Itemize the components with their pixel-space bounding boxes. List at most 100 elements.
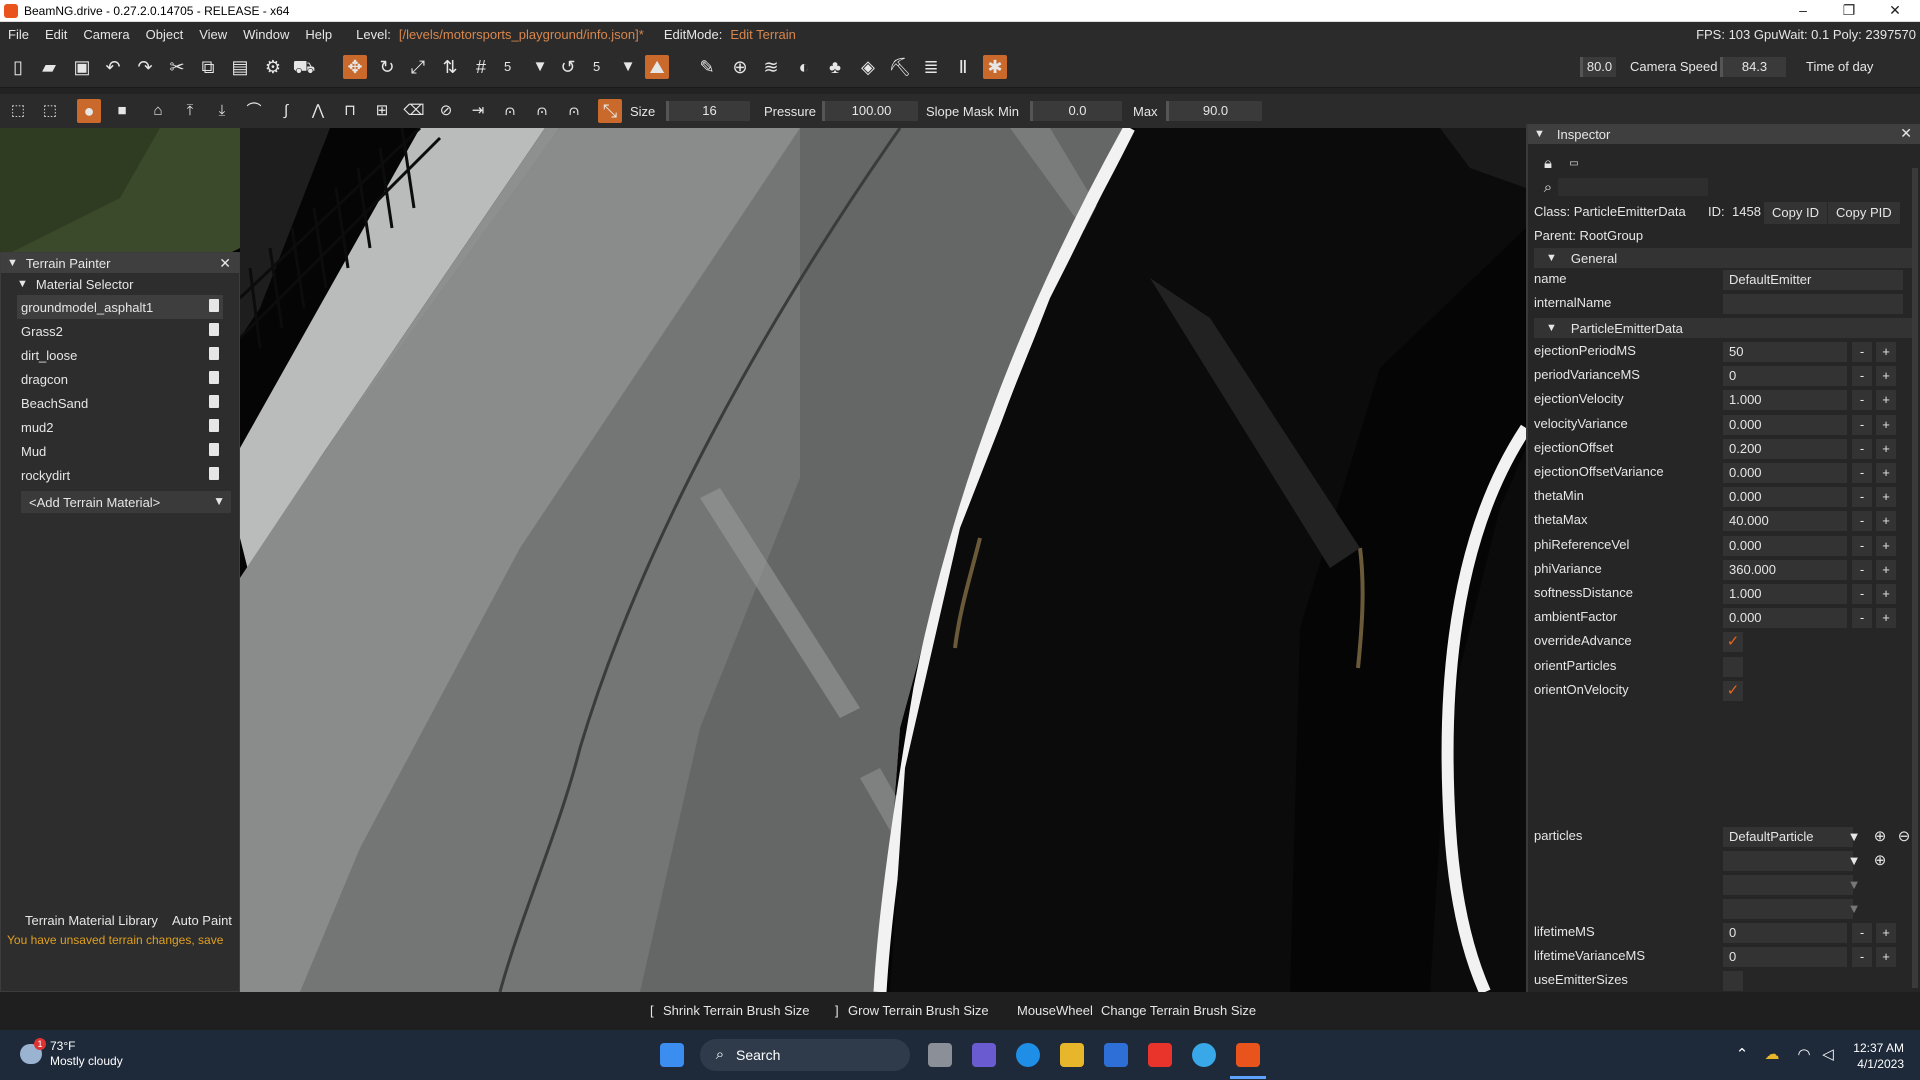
prop-value-field[interactable]: 1.000 <box>1723 584 1847 604</box>
teams-chat-icon[interactable] <box>972 1043 996 1067</box>
open-folder-icon[interactable]: ▰ <box>37 55 61 79</box>
close-button[interactable]: ✕ <box>1872 0 1918 22</box>
align-icon[interactable]: ⇥ <box>466 99 490 123</box>
search-icon[interactable]: ⌕ <box>1536 176 1560 200</box>
increment-button[interactable]: + <box>1876 535 1896 556</box>
increment-button[interactable]: + <box>1876 923 1896 943</box>
select-area-icon[interactable]: ⬚ <box>38 99 62 123</box>
camera-fov-field[interactable]: 80.0 <box>1580 57 1616 77</box>
prop-checkbox[interactable]: ✓ <box>1723 632 1743 653</box>
increment-button[interactable]: + <box>1876 463 1896 483</box>
prop-checkbox[interactable] <box>1723 971 1743 992</box>
trash-icon[interactable] <box>209 323 219 336</box>
increment-button[interactable]: + <box>1876 487 1896 508</box>
prop-value-field[interactable]: 0.000 <box>1723 414 1847 435</box>
trash-icon[interactable] <box>209 395 219 408</box>
world-local-icon[interactable]: ⇅ <box>438 55 462 79</box>
internal-name-field[interactable] <box>1723 294 1903 314</box>
increment-button[interactable]: + <box>1876 559 1896 580</box>
cut-icon[interactable]: ✂ <box>165 55 189 79</box>
paste-icon[interactable]: ▤ <box>228 55 252 79</box>
app-diamond-icon[interactable] <box>1148 1043 1172 1067</box>
prop-value-field[interactable]: 0 <box>1723 366 1847 387</box>
system-clock[interactable]: 12:37 AM 4/1/2023 <box>1853 1040 1904 1072</box>
scale-gizmo-icon[interactable]: ⤢ <box>406 55 430 79</box>
menu-camera[interactable]: Camera <box>75 27 137 42</box>
forest-tool-icon[interactable]: ♣ <box>823 55 847 79</box>
prop-value-field[interactable]: 0.000 <box>1723 487 1847 508</box>
pencil-icon[interactable]: ✎ <box>695 55 719 79</box>
increment-button[interactable]: + <box>1876 342 1896 362</box>
slope-max-field[interactable]: 90.0 <box>1166 101 1262 121</box>
prop-value-field[interactable]: 0 <box>1723 923 1847 943</box>
decrement-button[interactable]: - <box>1852 559 1872 580</box>
decal-road-icon[interactable]: Ⅱ <box>951 55 975 79</box>
increment-button[interactable]: + <box>1876 584 1896 604</box>
hole-icon[interactable]: ⩀ <box>498 99 522 123</box>
particles-dropdown[interactable]: DefaultParticle <box>1723 827 1853 847</box>
settings-gear-icon[interactable]: ⚙ <box>261 55 285 79</box>
inspector-scrollbar[interactable] <box>1912 168 1918 988</box>
ruler-icon[interactable]: ⊞ <box>370 99 394 123</box>
brush-circle-icon[interactable]: ● <box>77 99 101 123</box>
weather-widget[interactable]: 73°F Mostly cloudy <box>50 1039 123 1069</box>
menu-help[interactable]: Help <box>297 27 340 42</box>
eraser-icon[interactable]: ⌫ <box>402 99 426 123</box>
onedrive-icon[interactable]: ☁ <box>1760 1043 1784 1067</box>
particle-slot-2[interactable] <box>1723 851 1853 871</box>
name-field[interactable]: DefaultEmitter <box>1723 270 1903 290</box>
camera-speed-field[interactable]: 84.3 <box>1720 57 1786 77</box>
trash-icon[interactable] <box>209 467 219 480</box>
prop-value-field[interactable]: 0.000 <box>1723 463 1847 483</box>
prop-value-field[interactable]: 1.000 <box>1723 390 1847 411</box>
copy-pid-button[interactable]: Copy PID <box>1828 202 1900 224</box>
collapse-icon[interactable]: ▼ <box>17 278 28 290</box>
paint-material-icon[interactable]: ⌂ <box>146 99 170 123</box>
material-item[interactable]: dirt_loose <box>17 343 223 367</box>
save-icon[interactable]: ▣ <box>70 55 94 79</box>
material-item[interactable]: mud2 <box>17 415 223 439</box>
increment-button[interactable]: + <box>1876 608 1896 629</box>
increment-button[interactable]: + <box>1876 438 1896 459</box>
set-height-icon[interactable]: ⊓ <box>338 99 362 123</box>
prop-value-field[interactable]: 0.000 <box>1723 608 1847 629</box>
river-tool-icon[interactable]: ≣ <box>919 55 943 79</box>
decrement-button[interactable]: - <box>1852 923 1872 943</box>
increment-button[interactable]: + <box>1876 947 1896 968</box>
add-object-icon[interactable]: ⊕ <box>728 55 752 79</box>
decrement-button[interactable]: - <box>1852 366 1872 387</box>
prop-checkbox[interactable] <box>1723 656 1743 677</box>
copy-id-button[interactable]: Copy ID <box>1764 202 1827 224</box>
lock-icon[interactable]: 🔒︎ <box>1536 152 1560 176</box>
grid-snap-icon[interactable]: # <box>469 55 493 79</box>
material-item[interactable]: groundmodel_asphalt1 <box>17 295 223 319</box>
prop-value-field[interactable]: 0.000 <box>1723 535 1847 556</box>
collapse-icon[interactable]: ▼ <box>1546 252 1557 264</box>
add-terrain-material-dropdown[interactable]: <Add Terrain Material> ▼ <box>21 491 231 513</box>
layers-icon[interactable]: ◈ <box>856 55 880 79</box>
prop-value-field[interactable]: 360.000 <box>1723 559 1847 580</box>
vehicle-icon[interactable]: ⛟ <box>292 55 316 79</box>
trash-icon[interactable] <box>209 443 219 456</box>
terrain-snap-icon[interactable]: ⛰ <box>645 55 669 79</box>
close-panel-icon[interactable]: ✕ <box>1900 125 1912 142</box>
bridge-icon[interactable]: ⩀ <box>530 99 554 123</box>
material-item[interactable]: rockydirt <box>17 463 223 487</box>
increment-button[interactable]: + <box>1876 390 1896 411</box>
flatten-icon[interactable]: ⌒ <box>242 99 266 123</box>
dropdown-arrow-icon[interactable]: ▼ <box>1842 849 1866 873</box>
menu-view[interactable]: View <box>191 27 235 42</box>
rotation-snap-value[interactable]: 5 <box>593 59 600 74</box>
trash-icon[interactable] <box>209 347 219 360</box>
decrement-button[interactable]: - <box>1852 535 1872 556</box>
terrain-painter-header[interactable]: ▼ Terrain Painter ✕ <box>1 253 239 273</box>
menu-file[interactable]: File <box>0 27 37 42</box>
terraform-icon[interactable]: ⛏ <box>888 55 912 79</box>
increment-button[interactable]: + <box>1876 366 1896 387</box>
fill-icon[interactable]: ⩀ <box>562 99 586 123</box>
material-item[interactable]: dragcon <box>17 367 223 391</box>
pressure-field[interactable]: 100.00 <box>822 101 918 121</box>
rotation-snap-dropdown-icon[interactable]: ▼ <box>616 55 640 79</box>
trash-icon[interactable] <box>209 419 219 432</box>
decrement-button[interactable]: - <box>1852 608 1872 629</box>
